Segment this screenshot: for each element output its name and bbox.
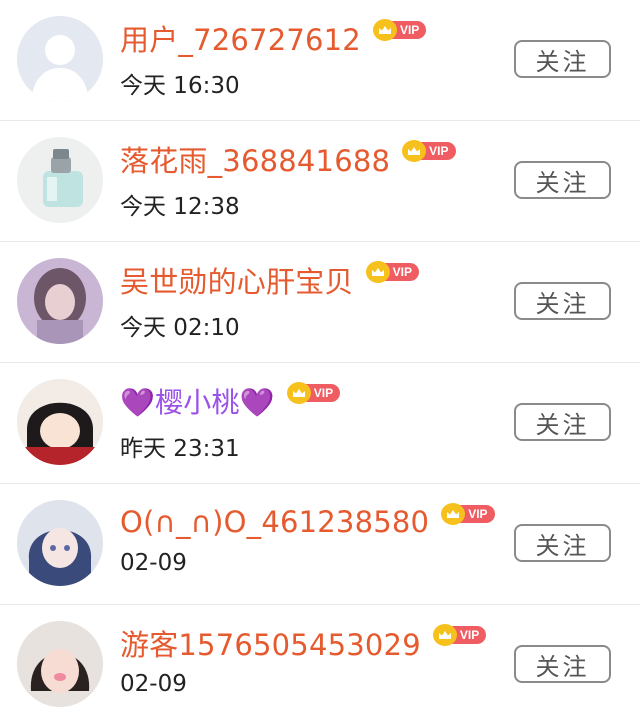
- perfume-bottle-avatar-icon: [17, 137, 103, 223]
- crown-icon: [286, 382, 311, 404]
- list-item[interactable]: O(∩_∩)O_461238580 VIP 02-09 关注: [0, 484, 640, 605]
- avatar[interactable]: [17, 500, 103, 586]
- timestamp: 02-09: [120, 671, 187, 697]
- list-item[interactable]: 用户_726727612 VIP 今天 16:30 关注: [0, 0, 640, 121]
- vip-badge: VIP: [365, 261, 419, 283]
- vip-badge: VIP: [286, 382, 341, 404]
- vip-badge: VIP: [441, 503, 495, 525]
- crown-icon: [402, 140, 427, 162]
- timestamp: 今天 02:10: [120, 315, 240, 341]
- follow-button[interactable]: 关注: [514, 645, 611, 683]
- follow-button[interactable]: 关注: [514, 161, 611, 199]
- vip-badge: VIP: [372, 19, 427, 41]
- timestamp: 昨天 23:31: [120, 436, 240, 462]
- avatar[interactable]: [17, 16, 103, 102]
- follow-button[interactable]: 关注: [514, 403, 611, 441]
- follow-button[interactable]: 关注: [514, 524, 611, 562]
- follower-list: 用户_726727612 VIP 今天 16:30 关注 落花雨_3688416…: [0, 0, 640, 726]
- username[interactable]: 落花雨_368841688: [120, 138, 390, 180]
- username[interactable]: 吴世勋的心肝宝贝: [120, 259, 354, 301]
- username[interactable]: 💜樱小桃💜: [120, 381, 275, 421]
- anime-blue-hair-avatar-icon: [17, 500, 103, 586]
- username[interactable]: 游客1576505453029: [120, 622, 421, 664]
- username[interactable]: 用户_726727612: [120, 17, 361, 59]
- list-item[interactable]: 落花雨_368841688 VIP 今天 12:38 关注: [0, 121, 640, 242]
- vip-badge: VIP: [402, 140, 456, 162]
- username[interactable]: O(∩_∩)O_461238580: [120, 505, 429, 539]
- follow-button[interactable]: 关注: [514, 40, 611, 78]
- crown-icon: [365, 261, 390, 283]
- list-item[interactable]: 吴世勋的心肝宝贝 VIP 今天 02:10 关注: [0, 242, 640, 363]
- avatar[interactable]: [17, 258, 103, 344]
- list-item[interactable]: 💜樱小桃💜 VIP 昨天 23:31 关注: [0, 363, 640, 484]
- default-user-avatar-icon: [17, 16, 103, 102]
- avatar[interactable]: [17, 379, 103, 465]
- crown-icon: [432, 624, 457, 646]
- follow-button[interactable]: 关注: [514, 282, 611, 320]
- anime-girl-avatar-icon: [17, 379, 103, 465]
- timestamp: 02-09: [120, 550, 187, 576]
- list-item[interactable]: 游客1576505453029 VIP 02-09 关注: [0, 605, 640, 726]
- avatar[interactable]: [17, 137, 103, 223]
- timestamp: 今天 12:38: [120, 194, 240, 220]
- girl-photo-avatar-icon: [17, 258, 103, 344]
- crown-icon: [372, 19, 397, 41]
- vip-badge: VIP: [432, 624, 487, 646]
- timestamp: 今天 16:30: [120, 73, 240, 99]
- avatar[interactable]: [17, 621, 103, 707]
- girl-selfie-avatar-icon: [17, 621, 103, 707]
